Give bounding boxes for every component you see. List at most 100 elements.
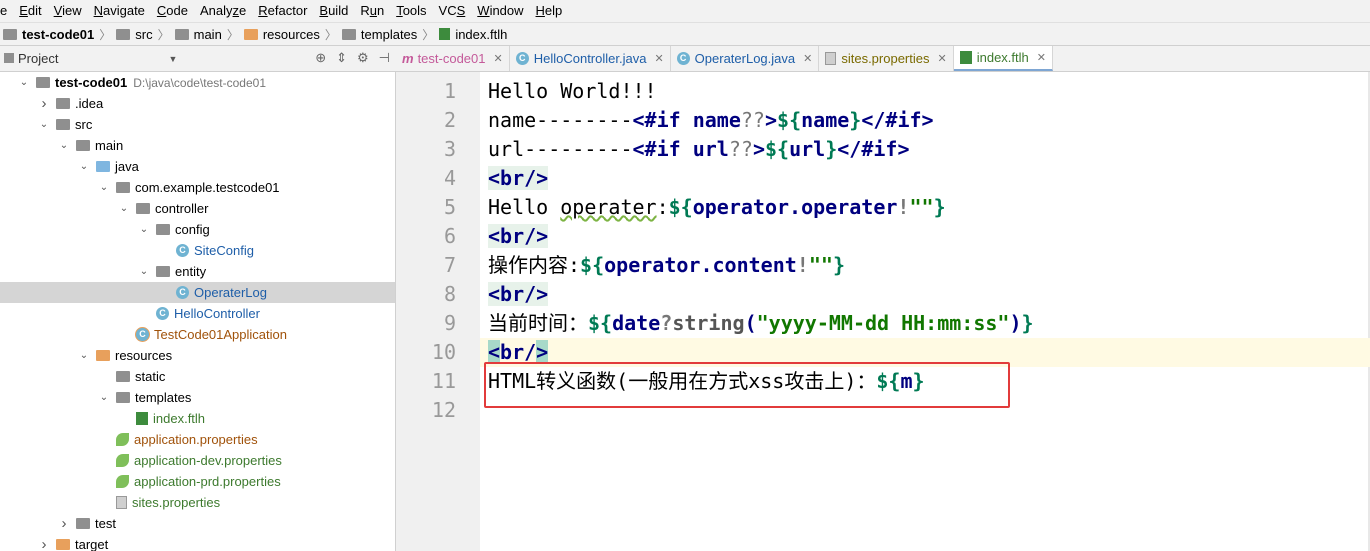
- menu-item-window[interactable]: Window: [471, 0, 529, 22]
- tree-item-main[interactable]: ⌄ main: [0, 135, 395, 156]
- tree-item-java[interactable]: ⌄ java: [0, 156, 395, 177]
- folder-icon: [116, 28, 131, 40]
- tree-item--idea[interactable]: › .idea: [0, 93, 395, 114]
- collapse-icon[interactable]: ⇕: [336, 50, 347, 66]
- close-icon[interactable]: ✕: [803, 52, 812, 65]
- tree-item-config[interactable]: ⌄ config: [0, 219, 395, 240]
- tree-item-hellocontroller[interactable]: C HelloController: [0, 303, 395, 324]
- tree-item-resources[interactable]: ⌄ resources: [0, 345, 395, 366]
- tree-item-src[interactable]: ⌄ src: [0, 114, 395, 135]
- tree-item-label: src: [75, 117, 93, 132]
- code-line[interactable]: 当前时间：${date?string("yyyy-MM-dd HH:mm:ss"…: [488, 309, 1034, 338]
- chevron-down-icon[interactable]: ⌄: [98, 182, 110, 193]
- chevron-down-icon[interactable]: ⌄: [38, 119, 50, 130]
- tree-item-test-code01[interactable]: ⌄ test-code01 D:\java\code\test-code01: [0, 72, 395, 93]
- menu-item-run[interactable]: Run: [354, 0, 390, 22]
- menu-item-vcs[interactable]: VCS: [433, 0, 472, 22]
- gear-icon[interactable]: ⚙: [357, 50, 369, 66]
- menu-item-code[interactable]: Code: [151, 0, 194, 22]
- chevron-down-icon[interactable]: ▼: [168, 54, 177, 64]
- code-line[interactable]: name--------<#if name??>${name}</#if>: [488, 106, 934, 135]
- tree-item-label: target: [75, 537, 109, 551]
- chevron-down-icon[interactable]: ⌄: [98, 392, 110, 403]
- close-icon[interactable]: ✕: [494, 52, 503, 65]
- code-line[interactable]: Hello World!!!: [488, 77, 657, 106]
- project-panel-title[interactable]: Project: [18, 51, 58, 66]
- tree-item-entity[interactable]: ⌄ entity: [0, 261, 395, 282]
- menu-item-view[interactable]: View: [48, 0, 88, 22]
- tab-test-code01[interactable]: m test-code01 ✕: [396, 46, 510, 71]
- locate-icon[interactable]: ⊕: [315, 50, 326, 66]
- tree-item-com-example-testcode01[interactable]: ⌄ com.example.testcode01: [0, 177, 395, 198]
- code-line[interactable]: <br/>: [488, 222, 549, 251]
- tree-item-templates[interactable]: ⌄ templates: [0, 387, 395, 408]
- code-line[interactable]: <br/>: [488, 164, 549, 193]
- breadcrumb-item-resources[interactable]: resources: [241, 27, 323, 42]
- code-line[interactable]: url---------<#if url??>${url}</#if>: [488, 135, 910, 164]
- tab-operaterlog-java[interactable]: C OperaterLog.java ✕: [671, 46, 820, 71]
- resources-folder-icon: [243, 28, 258, 40]
- tab-label: test-code01: [417, 51, 486, 66]
- chevron-right-icon[interactable]: ›: [38, 95, 50, 112]
- tab-label: OperaterLog.java: [694, 51, 796, 66]
- folder-icon: [341, 28, 356, 40]
- tree-item-label: application-prd.properties: [134, 474, 281, 489]
- folder-icon: [156, 224, 170, 235]
- tree-item-testcode01application[interactable]: C TestCode01Application: [0, 324, 395, 345]
- line-number: 4: [443, 166, 456, 190]
- tab-sites-properties[interactable]: sites.properties ✕: [819, 46, 954, 71]
- tree-item-application-prd-properties[interactable]: application-prd.properties: [0, 471, 395, 492]
- breadcrumb-item-src[interactable]: src: [113, 27, 155, 42]
- menu-item-analyze[interactable]: Analyze: [194, 0, 252, 22]
- menu-item-edit[interactable]: Edit: [13, 0, 47, 22]
- chevron-right-icon[interactable]: ›: [38, 536, 50, 551]
- menu-item-refactor[interactable]: Refactor: [252, 0, 313, 22]
- chevron-down-icon[interactable]: ⌄: [138, 266, 150, 277]
- menu-item-build[interactable]: Build: [313, 0, 354, 22]
- menu-item-help[interactable]: Help: [530, 0, 569, 22]
- close-icon[interactable]: ✕: [654, 52, 663, 65]
- code-line[interactable]: <br/>: [488, 280, 549, 309]
- breadcrumb-item-project[interactable]: test-code01: [0, 27, 97, 42]
- breadcrumb-item-templates[interactable]: templates: [339, 27, 420, 42]
- folder-icon: [56, 119, 70, 130]
- code-editor[interactable]: 1 2 3 4 5 6 7 8 9 10 11 12 Hello World!!! name-------…: [396, 72, 1370, 551]
- tree-item-target[interactable]: › target: [0, 534, 395, 551]
- tree-item-test[interactable]: › test: [0, 513, 395, 534]
- folder-icon: [174, 28, 189, 40]
- menu-item-navigate[interactable]: Navigate: [88, 0, 151, 22]
- breadcrumb-item-file[interactable]: index.ftlh: [436, 27, 510, 42]
- close-icon[interactable]: ✕: [938, 52, 947, 65]
- tab-hellocontroller-java[interactable]: C HelloController.java ✕: [510, 46, 671, 71]
- tree-item-siteconfig[interactable]: C SiteConfig: [0, 240, 395, 261]
- java-class-icon: C: [176, 244, 189, 257]
- breadcrumb-item-main[interactable]: main: [172, 27, 225, 42]
- tree-item-operaterlog[interactable]: C OperaterLog: [0, 282, 395, 303]
- close-icon[interactable]: ✕: [1037, 51, 1046, 64]
- tree-item-sites-properties[interactable]: sites.properties: [0, 492, 395, 513]
- tree-item-controller[interactable]: ⌄ controller: [0, 198, 395, 219]
- line-number: 2: [443, 108, 456, 132]
- chevron-right-icon: 〉: [157, 27, 170, 42]
- properties-file-icon: [116, 496, 127, 509]
- chevron-down-icon[interactable]: ⌄: [118, 203, 130, 214]
- chevron-down-icon[interactable]: ⌄: [18, 77, 30, 88]
- chevron-down-icon[interactable]: ⌄: [78, 350, 90, 361]
- menu-item-e[interactable]: e: [0, 0, 13, 22]
- chevron-down-icon[interactable]: ⌄: [78, 161, 90, 172]
- code-line[interactable]: Hello operater:${operator.operater!""}: [488, 193, 946, 222]
- menu-item-tools[interactable]: Tools: [390, 0, 432, 22]
- tab-index-ftlh[interactable]: index.ftlh ✕: [953, 46, 1053, 71]
- code-line[interactable]: 操作内容:${operator.content!""}: [488, 251, 845, 280]
- tree-item-application-dev-properties[interactable]: application-dev.properties: [0, 450, 395, 471]
- tree-item-index-ftlh[interactable]: index.ftlh: [0, 408, 395, 429]
- tree-item-label: com.example.testcode01: [135, 180, 280, 195]
- tree-item-application-properties[interactable]: application.properties: [0, 429, 395, 450]
- hide-icon[interactable]: ⊣: [379, 50, 390, 66]
- chevron-right-icon[interactable]: ›: [58, 515, 70, 532]
- chevron-down-icon[interactable]: ⌄: [58, 140, 70, 151]
- tree-item-static[interactable]: static: [0, 366, 395, 387]
- chevron-down-icon[interactable]: ⌄: [138, 224, 150, 235]
- folder-icon: [3, 28, 17, 40]
- properties-file-icon: [825, 52, 837, 65]
